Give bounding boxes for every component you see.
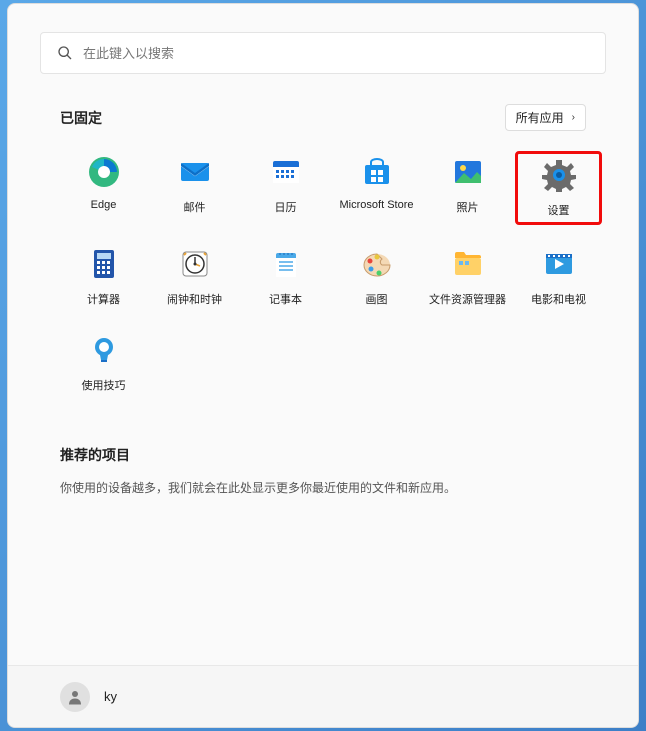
- all-apps-button[interactable]: 所有应用 ›: [505, 104, 586, 131]
- footer: ky: [8, 665, 638, 727]
- notepad-icon: [269, 247, 303, 281]
- pinned-tile-calculator[interactable]: 计算器: [60, 243, 147, 311]
- tile-label: 记事本: [269, 291, 302, 307]
- pinned-grid: Edge 邮件 日历 Microsoft Store 照片 设置计算器 闹钟和时钟 记事本 画图…: [60, 151, 602, 397]
- search-icon: [57, 45, 73, 61]
- tile-label: Edge: [91, 199, 117, 211]
- clock-icon: [178, 247, 212, 281]
- edge-icon: [87, 155, 121, 189]
- tile-label: Microsoft Store: [340, 199, 414, 211]
- tile-label: 邮件: [184, 199, 206, 215]
- mail-icon: [178, 155, 212, 189]
- username[interactable]: ky: [104, 689, 117, 704]
- pinned-tile-edge[interactable]: Edge: [60, 151, 147, 225]
- calendar-icon: [269, 155, 303, 189]
- pinned-tile-mail[interactable]: 邮件: [151, 151, 238, 225]
- tile-label: 照片: [457, 199, 479, 215]
- pinned-header: 已固定 所有应用 ›: [60, 104, 602, 131]
- recommended-title: 推荐的项目: [60, 445, 602, 465]
- avatar[interactable]: [60, 682, 90, 712]
- pinned-title: 已固定: [60, 108, 102, 128]
- tile-label: 使用技巧: [82, 377, 126, 393]
- pinned-tile-explorer[interactable]: 文件资源管理器: [424, 243, 511, 311]
- pinned-tile-clock[interactable]: 闹钟和时钟: [151, 243, 238, 311]
- calculator-icon: [87, 247, 121, 281]
- photos-icon: [451, 155, 485, 189]
- store-icon: [360, 155, 394, 189]
- pinned-tile-settings[interactable]: 设置: [515, 151, 602, 225]
- tile-label: 日历: [275, 199, 297, 215]
- tile-label: 文件资源管理器: [429, 291, 506, 307]
- movies-icon: [542, 247, 576, 281]
- tile-label: 画图: [366, 291, 388, 307]
- pinned-tile-calendar[interactable]: 日历: [242, 151, 329, 225]
- tile-label: 设置: [548, 202, 570, 218]
- pinned-tile-photos[interactable]: 照片: [424, 151, 511, 225]
- recommended-description: 你使用的设备越多，我们就会在此处显示更多你最近使用的文件和新应用。: [60, 479, 602, 496]
- person-icon: [66, 688, 84, 706]
- tile-label: 计算器: [87, 291, 120, 307]
- pinned-tile-tips[interactable]: 使用技巧: [60, 329, 147, 397]
- start-menu-panel: 已固定 所有应用 › Edge 邮件 日历 Microsoft Store 照片 设置计算…: [7, 3, 639, 728]
- tips-icon: [87, 333, 121, 367]
- chevron-right-icon: ›: [572, 112, 575, 123]
- content-area: 已固定 所有应用 › Edge 邮件 日历 Microsoft Store 照片 设置计算…: [8, 74, 638, 665]
- pinned-tile-notepad[interactable]: 记事本: [242, 243, 329, 311]
- pinned-tile-movies[interactable]: 电影和电视: [515, 243, 602, 311]
- pinned-tile-paint[interactable]: 画图: [333, 243, 420, 311]
- settings-icon: [542, 158, 576, 192]
- tile-label: 闹钟和时钟: [167, 291, 222, 307]
- search-input[interactable]: [83, 46, 589, 61]
- paint-icon: [360, 247, 394, 281]
- explorer-icon: [451, 247, 485, 281]
- search-bar[interactable]: [40, 32, 606, 74]
- all-apps-label: 所有应用: [516, 109, 564, 126]
- pinned-tile-store[interactable]: Microsoft Store: [333, 151, 420, 225]
- tile-label: 电影和电视: [531, 291, 586, 307]
